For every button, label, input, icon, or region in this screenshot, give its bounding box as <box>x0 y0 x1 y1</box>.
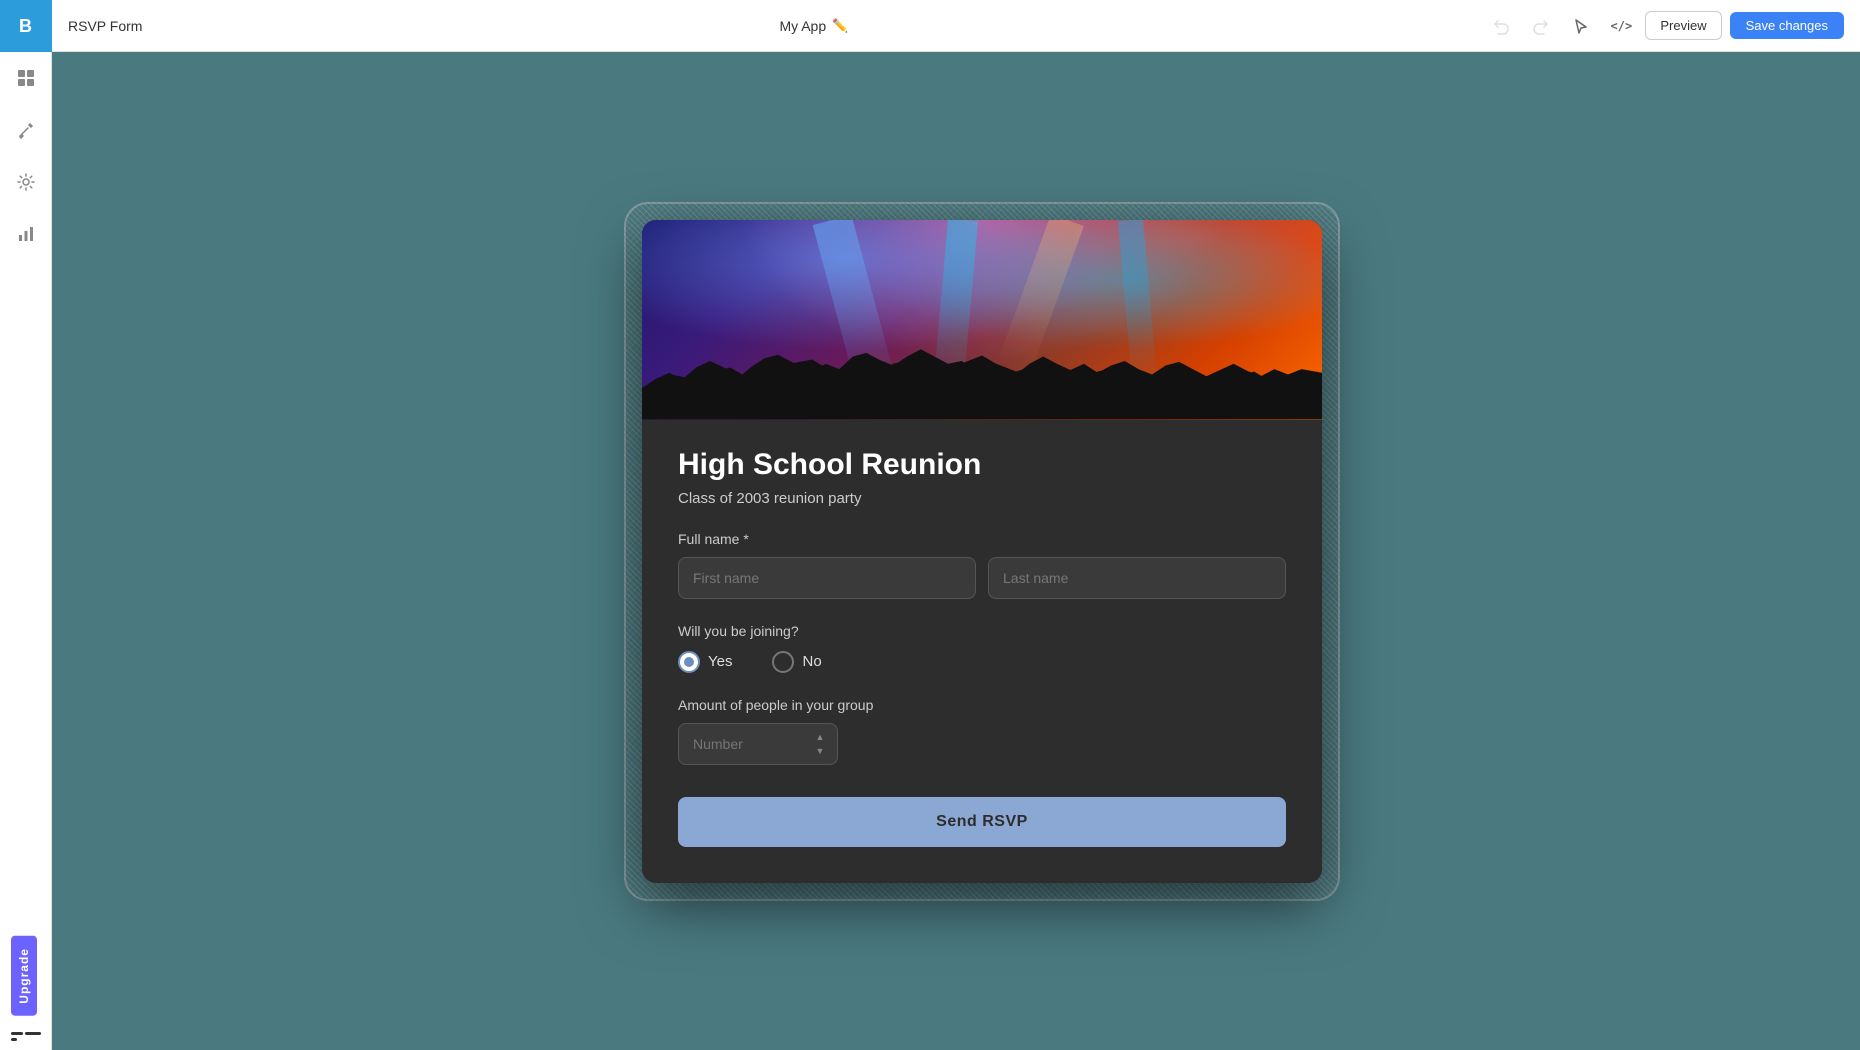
joining-label: Will you be joining? <box>678 623 1286 639</box>
sidebar-item-grid[interactable] <box>0 52 52 104</box>
number-spinners: ▲ ▼ <box>812 731 828 757</box>
save-button[interactable]: Save changes <box>1730 12 1844 39</box>
form-card: High School Reunion Class of 2003 reunio… <box>642 220 1322 883</box>
form-title: High School Reunion <box>678 448 1286 482</box>
last-name-input[interactable] <box>988 557 1286 599</box>
send-rsvp-button[interactable]: Send RSVP <box>678 797 1286 847</box>
pencil-icon[interactable]: ✏️ <box>832 18 848 34</box>
full-name-section: Full name * <box>678 531 1286 599</box>
no-radio[interactable] <box>772 651 794 673</box>
main-canvas: High School Reunion Class of 2003 reunio… <box>104 52 1860 1050</box>
radio-row: Yes No <box>678 651 1286 673</box>
code-button[interactable]: </> <box>1605 10 1637 42</box>
sidebar-item-analytics[interactable] <box>0 208 52 260</box>
group-section: Amount of people in your group ▲ ▼ <box>678 697 1286 765</box>
sidebar-bottom: Upgrade <box>11 936 41 1042</box>
joining-section: Will you be joining? Yes No <box>678 623 1286 673</box>
cursor-button[interactable] <box>1565 10 1597 42</box>
upgrade-button[interactable]: Upgrade <box>11 936 37 1016</box>
number-up-button[interactable]: ▲ <box>812 731 828 743</box>
canvas-container: High School Reunion Class of 2003 reunio… <box>642 220 1322 883</box>
light-beam-3 <box>996 220 1084 376</box>
sidebar-item-tools[interactable] <box>0 104 52 156</box>
topbar-actions: </> Preview Save changes <box>1485 10 1844 42</box>
app-name-label: My App <box>779 18 826 34</box>
full-name-label: Full name * <box>678 531 1286 547</box>
crowd-silhouette <box>642 330 1322 420</box>
first-name-input[interactable] <box>678 557 976 599</box>
light-beam-2 <box>932 220 978 401</box>
form-content: High School Reunion Class of 2003 reunio… <box>642 420 1322 883</box>
form-subtitle: Class of 2003 reunion party <box>678 490 1286 507</box>
redo-button[interactable] <box>1525 10 1557 42</box>
undo-button[interactable] <box>1485 10 1517 42</box>
sidebar-item-settings[interactable] <box>0 156 52 208</box>
topbar-center: My App ✏️ <box>142 18 1485 34</box>
topbar: RSVP Form My App ✏️ </> Preview Save cha… <box>52 0 1860 52</box>
yes-radio[interactable] <box>678 651 700 673</box>
number-down-button[interactable]: ▼ <box>812 745 828 757</box>
topbar-title: RSVP Form <box>68 18 142 34</box>
no-label: No <box>802 653 821 670</box>
hero-image <box>642 220 1322 420</box>
preview-button[interactable]: Preview <box>1645 11 1721 40</box>
yes-option[interactable]: Yes <box>678 651 732 673</box>
footer-logo <box>11 1024 41 1042</box>
group-label: Amount of people in your group <box>678 697 1286 713</box>
number-input-wrap: ▲ ▼ <box>678 723 838 765</box>
app-logo[interactable]: B <box>0 0 52 52</box>
no-option[interactable]: No <box>772 651 821 673</box>
name-row <box>678 557 1286 599</box>
yes-label: Yes <box>708 653 732 670</box>
sidebar: B Upgrade <box>0 0 52 1050</box>
